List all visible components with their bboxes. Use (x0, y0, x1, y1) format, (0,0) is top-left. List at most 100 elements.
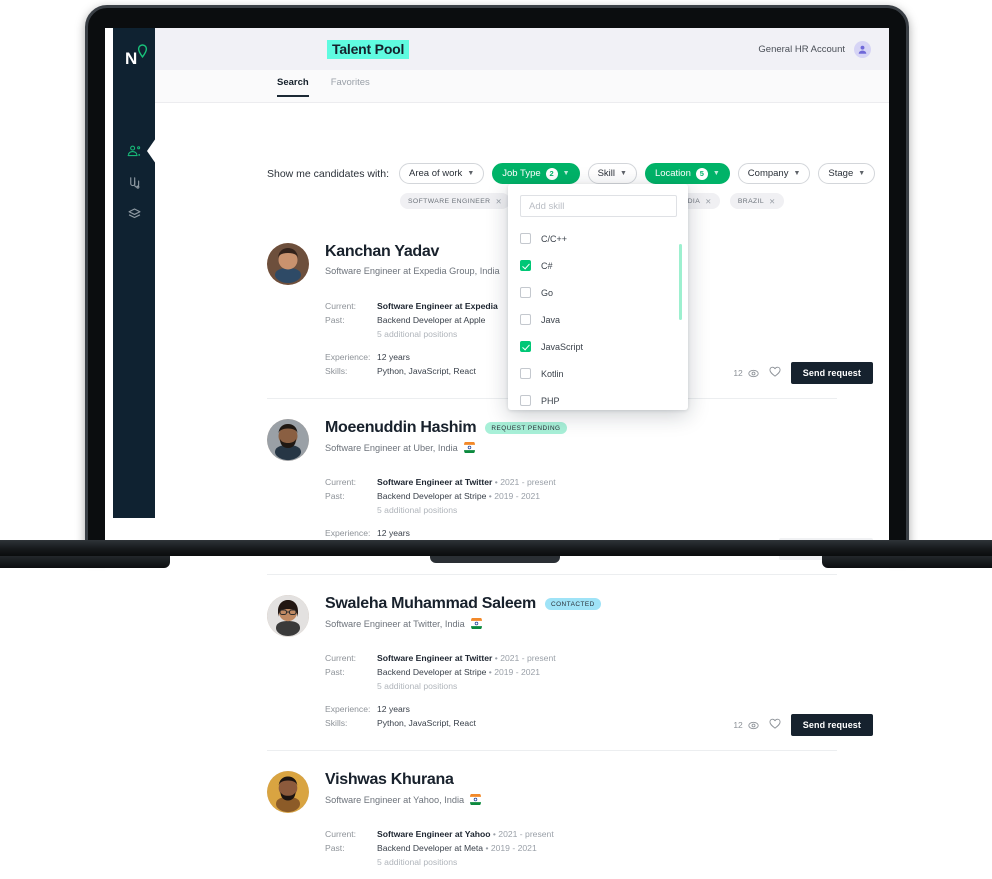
current-dates: • 2021 - present (492, 477, 556, 487)
detail-value: Software Engineer at Twitter • 2021 - pr… (377, 651, 556, 665)
chevron-down-icon: ▼ (793, 170, 801, 177)
filter-chip-label: Job Type (502, 168, 541, 179)
skill-option-label: PHP (541, 395, 560, 406)
checkbox-icon[interactable] (520, 314, 531, 325)
checkbox-icon[interactable] (520, 287, 531, 298)
send-request-button[interactable]: Send request (790, 362, 873, 384)
past-role: Backend Developer at Apple (377, 315, 486, 325)
screenshot-root: N Talent Pool General HR Account Search … (0, 0, 992, 879)
account-menu[interactable]: General HR Account (758, 41, 871, 58)
detail-current: Current: Software Engineer at Yahoo • 20… (325, 827, 837, 841)
account-name: General HR Account (758, 44, 845, 55)
detail-value: Backend Developer at Meta • 2019 - 2021 (377, 841, 537, 855)
favorite-heart-icon[interactable] (769, 364, 781, 382)
detail-label: Past: (325, 843, 345, 853)
candidate-details: Current: Software Engineer at Twitter • … (325, 651, 873, 736)
sidebar-item-layers[interactable] (113, 198, 155, 229)
current-dates: • 2021 - present (490, 829, 554, 839)
checkbox-icon[interactable] (520, 368, 531, 379)
checkbox-checked-icon[interactable] (520, 341, 531, 352)
past-role: Backend Developer at Stripe (377, 667, 487, 677)
checkbox-checked-icon[interactable] (520, 260, 531, 271)
checkbox-icon[interactable] (520, 233, 531, 244)
dropdown-scrollbar[interactable] (679, 244, 682, 320)
filter-bar: Show me candidates with: Area of work ▼ … (267, 163, 876, 184)
favorite-heart-icon[interactable] (769, 716, 781, 734)
india-flag-icon (470, 615, 482, 632)
detail-value: 12 years (377, 704, 410, 714)
candidate-name[interactable]: Moeenuddin Hashim (325, 419, 477, 437)
filter-chip-count: 2 (545, 167, 558, 180)
filter-tag-software-engineer[interactable]: SOFTWARE ENGINEER ✕ (400, 193, 511, 209)
chevron-down-icon: ▼ (620, 170, 627, 177)
filter-tag-label: BRAZIL (737, 197, 765, 205)
india-flag-icon (470, 791, 482, 808)
skill-option-c-cpp[interactable]: C/C++ (508, 225, 688, 252)
filter-chip-location[interactable]: Location 5 ▼ (644, 163, 730, 184)
close-icon[interactable]: ✕ (495, 197, 502, 206)
skill-option-go[interactable]: Go (508, 279, 688, 306)
filter-chip-job-type[interactable]: Job Type 2 ▼ (492, 163, 580, 184)
past-role: Backend Developer at Stripe (377, 491, 487, 501)
checkbox-icon[interactable] (520, 395, 531, 406)
india-flag-icon (463, 439, 475, 456)
card-actions: 12 Send request (733, 714, 873, 736)
send-request-button[interactable]: Send request (790, 714, 873, 736)
skill-option-label: C/C++ (541, 233, 568, 244)
skill-option-php[interactable]: PHP (508, 387, 688, 410)
filter-chip-company[interactable]: Company ▼ (737, 163, 811, 184)
detail-label: Skills: (325, 718, 348, 728)
eye-icon (748, 721, 759, 729)
detail-label: Experience: (325, 704, 371, 714)
skill-option-java[interactable]: Java (508, 306, 688, 333)
past-dates: • 2019 - 2021 (486, 491, 541, 501)
filter-chip-label: Company (747, 168, 789, 179)
brand-logo[interactable]: N (113, 36, 155, 74)
candidate-name[interactable]: Kanchan Yadav (325, 243, 439, 261)
sidebar-item-candidates[interactable] (113, 136, 156, 167)
candidate-name[interactable]: Swaleha Muhammad Saleem (325, 595, 536, 613)
detail-label: Experience: (325, 352, 371, 362)
filter-chip-area-of-work[interactable]: Area of work ▼ (398, 163, 485, 184)
skill-option-javascript[interactable]: JavaScript (508, 333, 688, 360)
close-icon[interactable]: ✕ (769, 197, 776, 206)
filter-chip-label: Skill (597, 168, 615, 179)
sidebar-item-pipeline[interactable] (113, 167, 155, 198)
detail-label: Current: (325, 477, 357, 487)
filter-tag-brazil[interactable]: BRAZIL ✕ (729, 193, 784, 209)
skill-option-kotlin[interactable]: Kotlin (508, 360, 688, 387)
additional-positions[interactable]: 5 additional positions (377, 503, 837, 517)
candidate-subtitle: Software Engineer at Yahoo, India (325, 794, 465, 805)
laptop-base (0, 540, 992, 592)
detail-label: Current: (325, 653, 357, 663)
eye-icon (748, 369, 759, 377)
view-count-value: 12 (733, 368, 743, 378)
candidate-subtitle: Software Engineer at Twitter, India (325, 618, 465, 629)
filter-chip-skill[interactable]: Skill ▼ (587, 163, 637, 184)
filter-chip-count: 5 (695, 167, 708, 180)
tab-favorites[interactable]: Favorites (331, 77, 370, 97)
user-avatar-icon[interactable] (854, 41, 871, 58)
chevron-down-icon: ▼ (712, 170, 720, 177)
filter-chip-stage[interactable]: Stage ▼ (818, 163, 876, 184)
candidate-card: Vishwas Khurana Software Engineer at Yah… (267, 750, 837, 879)
detail-label: Current: (325, 829, 357, 839)
candidate-name[interactable]: Vishwas Khurana (325, 771, 454, 789)
card-actions: 12 Send request (733, 362, 873, 384)
past-dates: • 2019 - 2021 (486, 667, 541, 677)
current-role: Software Engineer at Twitter (377, 477, 493, 487)
close-icon[interactable]: ✕ (705, 197, 712, 206)
detail-label: Current: (325, 301, 357, 311)
filter-tag-label: SOFTWARE ENGINEER (408, 197, 491, 205)
detail-label: Experience: (325, 528, 371, 538)
tab-search[interactable]: Search (277, 77, 309, 97)
additional-positions[interactable]: 5 additional positions (377, 855, 837, 869)
additional-positions[interactable]: 5 additional positions (377, 679, 837, 693)
status-badge: REQUEST PENDING (485, 422, 567, 434)
detail-value: Backend Developer at Stripe • 2019 - 202… (377, 489, 540, 503)
skill-option-csharp[interactable]: C# (508, 252, 688, 279)
view-count: 12 (733, 720, 759, 731)
add-skill-input[interactable] (520, 195, 677, 217)
detail-current: Current: Software Engineer at Twitter • … (325, 651, 837, 665)
app-sidebar: N (113, 28, 156, 518)
